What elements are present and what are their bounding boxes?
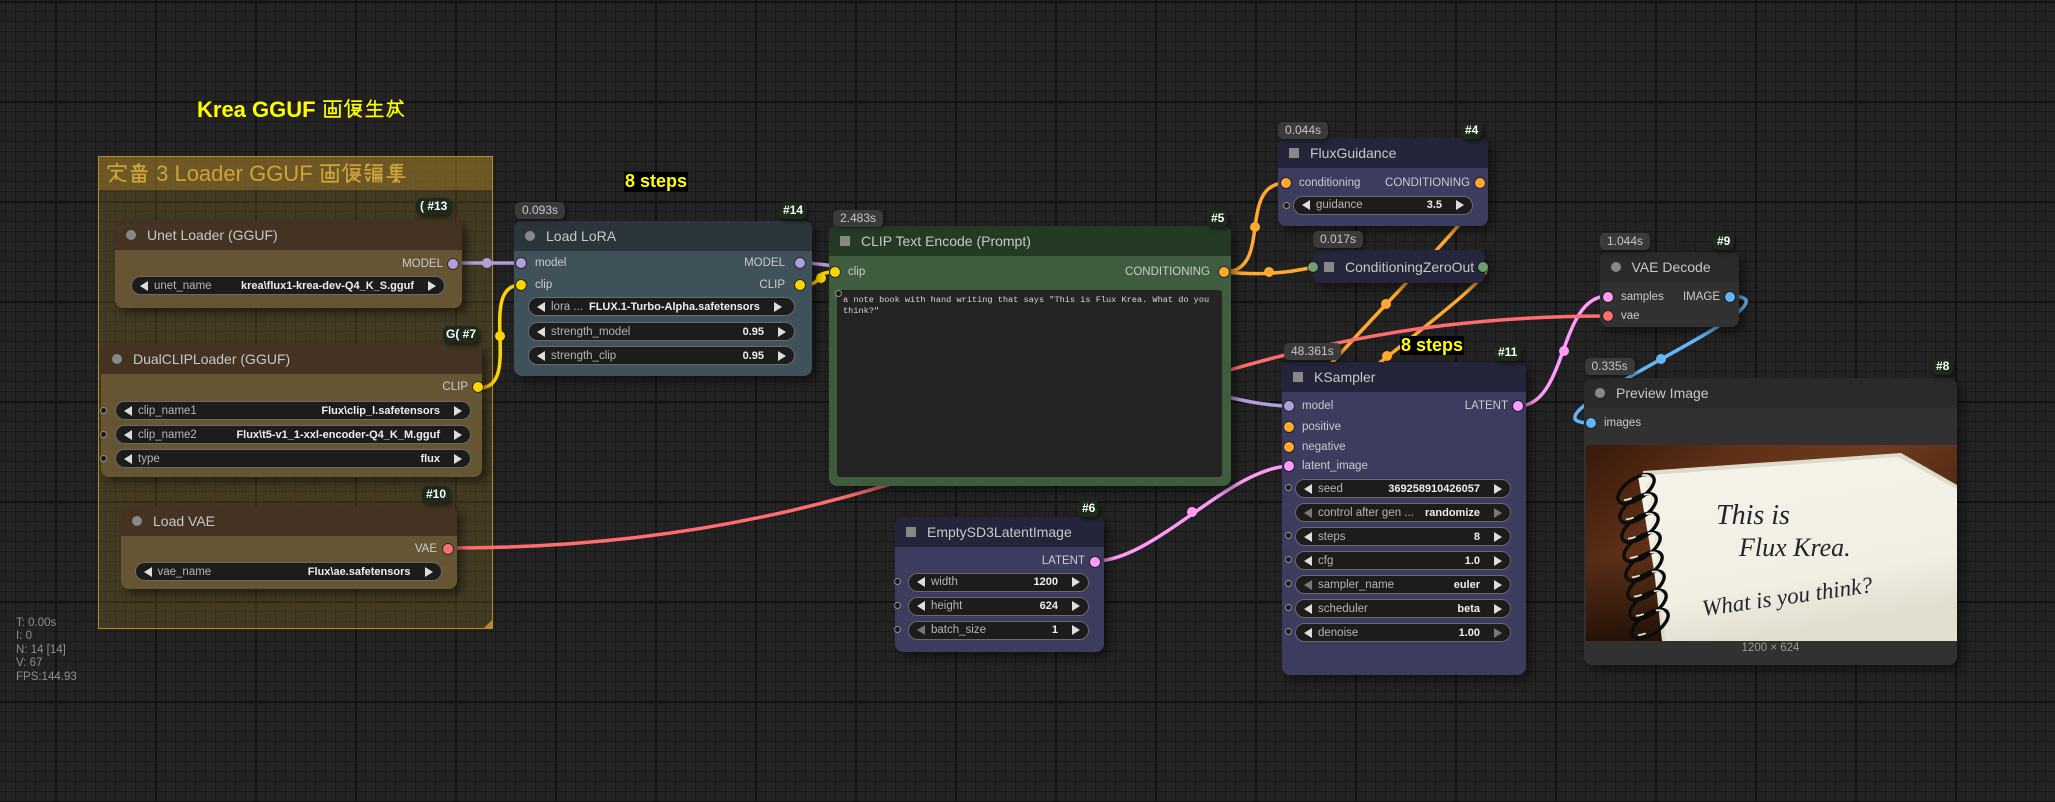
- svg-text:This is: This is: [1716, 500, 1790, 531]
- svg-text:Flux Krea.: Flux Krea.: [1738, 533, 1851, 562]
